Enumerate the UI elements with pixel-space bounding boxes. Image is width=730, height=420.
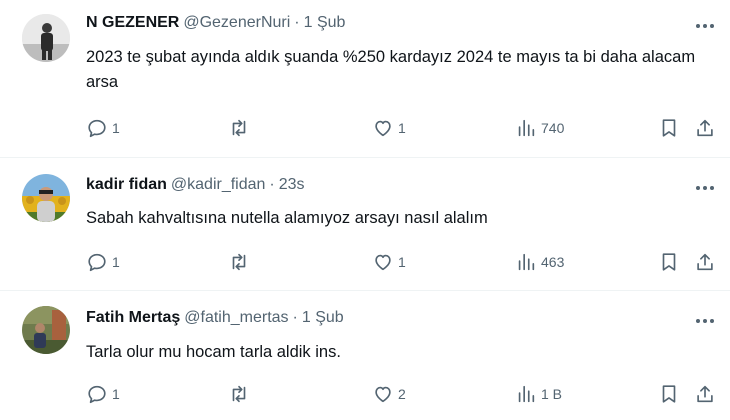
repost-button[interactable] <box>228 116 254 140</box>
tweet-text: Tarla olur mu hocam tarla aldik ins. <box>86 343 341 361</box>
more-icon <box>696 24 714 28</box>
like-count: 1 <box>398 254 406 270</box>
reply-count: 1 <box>112 254 120 270</box>
more-icon <box>696 186 714 190</box>
tweet-header: Fatih Mertaş @fatih_mertas · 1 Şub <box>86 309 344 327</box>
share-button[interactable] <box>694 250 716 274</box>
share-button[interactable] <box>694 116 716 140</box>
tweet[interactable]: kadir fidan @kadir_fidan · 23s Sabah kah… <box>0 158 730 290</box>
more-button[interactable] <box>690 178 720 198</box>
separator-dot: · <box>294 14 300 31</box>
timestamp[interactable]: 1 Şub <box>304 14 346 32</box>
repost-button[interactable] <box>228 382 254 406</box>
handle[interactable]: @kadir_fidan <box>171 176 266 194</box>
views-icon <box>518 119 535 137</box>
more-icon <box>696 319 714 323</box>
reply-icon <box>88 385 106 404</box>
avatar[interactable] <box>22 14 70 62</box>
repost-button[interactable] <box>228 250 254 274</box>
heart-icon <box>375 386 391 403</box>
display-name[interactable]: N GEZENER <box>86 14 179 32</box>
reply-count: 1 <box>112 120 120 136</box>
views-button[interactable]: 1 B <box>515 382 562 406</box>
reply-button[interactable]: 1 <box>86 116 120 140</box>
bookmark-button[interactable] <box>658 116 680 140</box>
tweet[interactable]: N GEZENER @GezenerNuri · 1 Şub 2023 te ş… <box>0 0 730 157</box>
bookmark-icon <box>662 385 676 403</box>
tweet-text: Sabah kahvaltısına nutella alamıyoz arsa… <box>86 209 488 227</box>
views-button[interactable]: 740 <box>515 116 564 140</box>
more-button[interactable] <box>690 16 720 36</box>
view-count: 463 <box>541 254 565 270</box>
separator-dot: · <box>292 309 298 326</box>
views-button[interactable]: 463 <box>515 250 564 274</box>
share-button[interactable] <box>694 382 716 406</box>
heart-icon <box>375 254 391 271</box>
timestamp[interactable]: 23s <box>279 176 305 194</box>
reply-feed: N GEZENER @GezenerNuri · 1 Şub 2023 te ş… <box>0 0 730 420</box>
tweet[interactable]: Fatih Mertaş @fatih_mertas · 1 Şub Tarla… <box>0 291 730 420</box>
display-name[interactable]: Fatih Mertaş <box>86 309 180 327</box>
like-button[interactable]: 1 <box>372 250 406 274</box>
share-icon <box>697 253 713 271</box>
like-count: 2 <box>398 386 406 402</box>
tweet-header: N GEZENER @GezenerNuri · 1 Şub <box>86 14 345 32</box>
bookmark-icon <box>662 253 676 271</box>
bookmark-button[interactable] <box>658 250 680 274</box>
tweet-header: kadir fidan @kadir_fidan · 23s <box>86 176 305 194</box>
timestamp[interactable]: 1 Şub <box>302 309 344 327</box>
tweet-text: 2023 te şubat ayında aldık şuanda %250 k… <box>86 48 696 91</box>
repost-icon <box>232 253 246 271</box>
avatar-image <box>22 174 70 222</box>
handle[interactable]: @fatih_mertas <box>184 309 288 327</box>
share-icon <box>697 385 713 403</box>
display-name[interactable]: kadir fidan <box>86 176 167 194</box>
views-icon <box>518 253 535 271</box>
view-count: 740 <box>541 120 565 136</box>
bookmark-icon <box>662 119 676 137</box>
separator-dot: · <box>269 176 275 193</box>
reply-button[interactable]: 1 <box>86 250 120 274</box>
views-icon <box>518 385 535 403</box>
handle[interactable]: @GezenerNuri <box>183 14 290 32</box>
reply-icon <box>88 119 106 138</box>
share-icon <box>697 119 713 137</box>
like-button[interactable]: 1 <box>372 116 406 140</box>
reply-button[interactable]: 1 <box>86 382 120 406</box>
repost-icon <box>232 119 246 137</box>
action-bar: 1 2 1 B <box>0 382 730 406</box>
more-button[interactable] <box>690 311 720 331</box>
bookmark-button[interactable] <box>658 382 680 406</box>
reply-icon <box>88 253 106 272</box>
heart-icon <box>375 120 391 137</box>
action-bar: 1 1 740 <box>0 116 730 140</box>
action-bar: 1 1 463 <box>0 250 730 274</box>
view-count: 1 B <box>541 386 563 402</box>
reply-count: 1 <box>112 386 120 402</box>
avatar[interactable] <box>22 306 70 354</box>
avatar-image <box>22 306 70 354</box>
repost-icon <box>232 385 246 403</box>
avatar[interactable] <box>22 174 70 222</box>
like-count: 1 <box>398 120 406 136</box>
like-button[interactable]: 2 <box>372 382 406 406</box>
avatar-image <box>22 14 70 62</box>
